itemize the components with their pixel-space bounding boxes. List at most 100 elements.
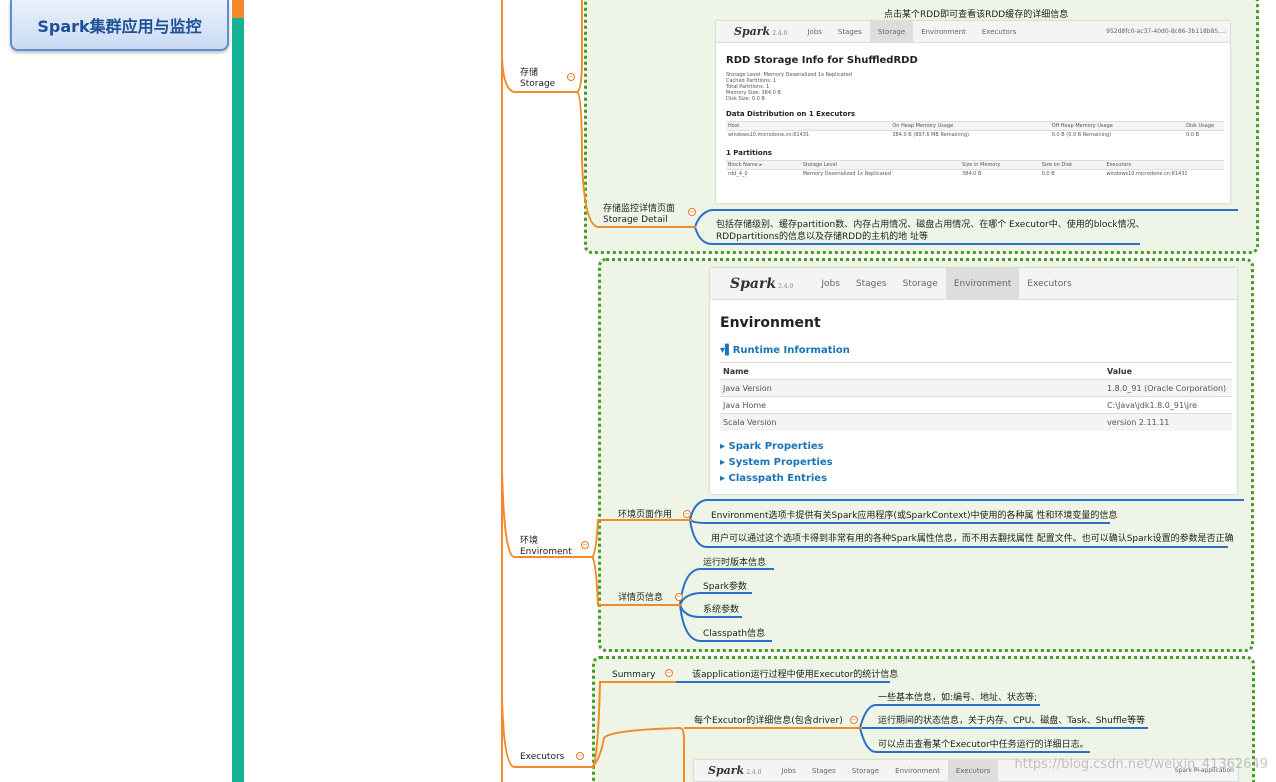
environment-underline: [514, 556, 594, 558]
executor-detail-label[interactable]: 每个Excutor的详细信息(包含driver): [694, 716, 843, 727]
table-cell: 0.0 B (0.0 B Remaining): [1049, 130, 1185, 139]
table-header: Storage Level: [800, 160, 961, 170]
system-properties-toggle[interactable]: ▸ System Properties: [720, 457, 1232, 468]
summary-label[interactable]: Summary: [612, 670, 656, 681]
summary-underline: [604, 681, 676, 683]
app-id: 952d8fc0-ac37-40d0-8c86-3b118b85...:: [1106, 28, 1226, 35]
executor-detail-runtime: 运行期间的状态信息，关于内存、CPU、磁盘、Task、Shuffle等等: [878, 716, 1146, 726]
tab-storage[interactable]: Storage: [844, 767, 887, 775]
table-header: Value: [1104, 362, 1232, 380]
chevron-right-icon: ▸: [720, 456, 729, 468]
table-cell: 1.8.0_91 (Oracle Corporation): [1104, 379, 1232, 397]
env-detail-classpath: Classpath信息: [703, 629, 766, 639]
tab-executors[interactable]: Executors: [947, 760, 999, 781]
tab-stages[interactable]: Stages: [830, 28, 870, 36]
storage-detail-desc: 包括存储级别、缓存partition数、内存占用情况、磁盘占用情况、在哪个 Ex…: [716, 220, 1145, 242]
env-detail-collapse-toggle[interactable]: −: [675, 593, 683, 601]
env-detail-runtime: 运行时版本信息: [703, 558, 767, 568]
executor-detail-underline: [684, 727, 862, 729]
table-cell: Scala Version: [720, 413, 1104, 431]
data-distribution-title: Data Distribution on 1 Executors: [726, 110, 856, 118]
summary-collapse-toggle[interactable]: −: [665, 669, 673, 677]
spark-env-screenshot: Spark 2.4.0 Jobs Stages Storage Environme…: [710, 268, 1237, 494]
env-detail-system: 系统参数: [703, 605, 740, 615]
table-cell: rdd_4_0: [726, 169, 801, 178]
executor-detail-logs: 可以点击查看某个Executor中任务运行的详细日志。: [878, 740, 1089, 750]
tab-storage[interactable]: Storage: [895, 279, 946, 289]
tab-stages[interactable]: Stages: [848, 279, 895, 289]
table-cell: windows10.microdone.cn:61431: [726, 130, 891, 139]
table-header: Host: [726, 121, 891, 131]
table-header: On Heap Memory Usage: [890, 121, 1050, 131]
env-detail-underline: [610, 604, 682, 606]
rdd-storage-title: RDD Storage Info for ShuffledRDD: [726, 55, 918, 66]
tab-environment[interactable]: Environment: [945, 268, 1020, 299]
table-cell: 384.0 B: [960, 169, 1040, 178]
table-header: Size in Memory: [960, 160, 1040, 170]
executor-detail-basic: 一些基本信息，如:编号、地址、状态等;: [878, 693, 1038, 703]
runtime-table: Name Value Java Version 1.8.0_91 (Oracle…: [720, 362, 1232, 431]
tab-executors[interactable]: Executors: [1019, 279, 1079, 289]
env-ss-navbar: Spark 2.4.0 Jobs Stages Storage Environme…: [710, 268, 1237, 300]
storage-branch-label[interactable]: 存储 Storage: [520, 68, 555, 91]
executors-branch-label[interactable]: Executors: [520, 752, 564, 763]
table-header: Name: [720, 362, 1104, 380]
environment-title: Environment: [720, 315, 821, 331]
watermark: https://blog.csdn.net/weixin_41362649: [1014, 757, 1268, 772]
tab-stages[interactable]: Stages: [804, 767, 844, 775]
storage-rdd-note: 点击某个RDD即可查看该RDD缓存的详细信息: [884, 10, 1069, 20]
spark-logo: Spark 2.4.0: [708, 764, 762, 777]
chevron-down-icon: ▾▌: [720, 345, 733, 356]
storage-collapse-toggle[interactable]: −: [567, 73, 575, 81]
spark-logo: Spark 2.4.0: [734, 25, 788, 38]
tab-storage[interactable]: Storage: [869, 21, 914, 42]
table-cell: 0.0 B: [1039, 169, 1105, 178]
table-header: Executors: [1104, 160, 1224, 170]
env-purpose-collapse-toggle[interactable]: −: [683, 510, 691, 518]
table-cell: 384.0 B (897.6 MB Remaining): [890, 130, 1050, 139]
executors-collapse-toggle[interactable]: −: [576, 752, 584, 760]
storage-detail-label[interactable]: 存储监控详情页面 Storage Detail: [603, 204, 675, 227]
storage-meta-4: Disk Size: 0.0 B: [726, 96, 765, 102]
table-header: Off Heap Memory Usage: [1049, 121, 1185, 131]
table-cell: C:\Java\jdk1.8.0_91\jre: [1104, 396, 1232, 414]
distribution-table: Host On Heap Memory Usage Off Heap Memor…: [726, 121, 1224, 139]
env-purpose-underline: [610, 519, 692, 521]
chevron-right-icon: ▸: [720, 440, 729, 452]
table-header: Disk Usage: [1184, 121, 1224, 131]
table-cell: Java Version: [720, 379, 1104, 397]
executor-detail-collapse-toggle[interactable]: −: [850, 716, 858, 724]
spark-storage-screenshot: Spark 2.4.0 Jobs Stages Storage Environme…: [716, 21, 1230, 203]
env-purpose-2: 用户可以通过这个选项卡得到非常有用的各种Spark属性信息，而不用去翻找属性 配…: [711, 534, 1234, 544]
tab-environment[interactable]: Environment: [887, 767, 948, 775]
environment-collapse-toggle[interactable]: −: [581, 541, 589, 549]
classpath-entries-toggle[interactable]: ▸ Classpath Entries: [720, 473, 1232, 484]
partitions-title: 1 Partitions: [726, 149, 772, 157]
chevron-right-icon: ▸: [720, 472, 729, 484]
storage-ss-navbar: Spark 2.4.0 Jobs Stages Storage Environme…: [716, 21, 1230, 43]
tab-jobs[interactable]: Jobs: [773, 767, 803, 775]
spark-properties-toggle[interactable]: ▸ Spark Properties: [720, 441, 1232, 452]
tab-executors[interactable]: Executors: [974, 28, 1025, 36]
executors-underline: [514, 766, 594, 768]
table-cell: Memory Deserialized 1x Replicated: [800, 169, 961, 178]
tab-jobs[interactable]: Jobs: [813, 279, 848, 289]
storage-detail-underline: [598, 226, 696, 228]
spark-logo: Spark 2.4.0: [730, 275, 794, 292]
partitions-table: Block Name ▸ Storage Level Size in Memor…: [726, 160, 1224, 178]
storage-underline: [514, 91, 578, 93]
table-header[interactable]: Block Name ▸: [726, 160, 801, 170]
table-header: Size on Disk: [1039, 160, 1105, 170]
table-cell: version 2.11.11: [1104, 413, 1232, 431]
runtime-information-toggle[interactable]: ▾▌Runtime Information: [720, 345, 1232, 356]
env-purpose-1: Environment选项卡提供有关Spark应用程序(或SparkContex…: [711, 511, 1118, 521]
env-detail-spark: Spark参数: [703, 582, 747, 592]
storage-detail-collapse-toggle[interactable]: −: [688, 208, 696, 216]
env-detail-label[interactable]: 详情页信息: [618, 593, 663, 604]
table-cell: windows10.microdone.cn:61431: [1104, 169, 1224, 178]
tab-jobs[interactable]: Jobs: [799, 28, 829, 36]
summary-desc: 该application运行过程中使用Executor的统计信息: [692, 670, 899, 680]
tab-environment[interactable]: Environment: [913, 28, 974, 36]
mindmap-canvas: Spark集群应用与监控 存储 Storage − 点击某个RDD即可查看该RD…: [0, 0, 1276, 782]
table-cell: Java Home: [720, 396, 1104, 414]
